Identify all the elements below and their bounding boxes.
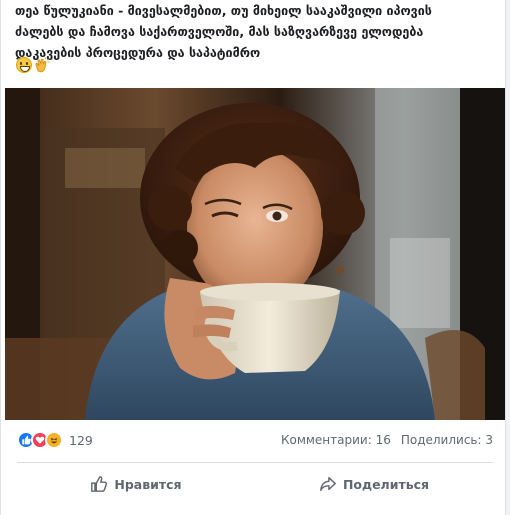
post-text-line: თეა წულუკიანი - მივესალმებით, თუ მიხეილ … xyxy=(15,3,432,18)
share-arrow-icon xyxy=(320,476,336,492)
divider xyxy=(17,462,493,463)
haha-reaction-icon xyxy=(45,431,63,449)
post-stats-bar: 129 Комментарии: 16 Поделились: 3 xyxy=(17,428,493,452)
grinning-face-icon xyxy=(16,57,32,73)
share-button-label: Поделиться xyxy=(342,476,430,492)
reaction-count: 129 xyxy=(69,432,93,448)
post-emoji-row xyxy=(16,57,50,75)
share-button[interactable]: Поделиться xyxy=(255,466,493,502)
post-text-line: დაკავების პროცედურა და საპატიმრო xyxy=(15,45,261,60)
thumbs-up-icon xyxy=(91,476,108,492)
woman-drinking-coffee-image xyxy=(5,88,505,420)
shares-count-link[interactable]: Поделились: 3 xyxy=(401,433,493,447)
post-text-line: ძალებს და ჩამოვა საქართველოში, მას საზღვ… xyxy=(15,24,424,39)
comments-count-link[interactable]: Комментарии: 16 xyxy=(281,433,391,447)
post-action-bar: Нравится Поделиться xyxy=(17,466,493,502)
post-card: თეა წულუკიანი - მივესალმებით, თუ მიხეილ … xyxy=(0,0,506,515)
like-button-label: Нравится xyxy=(114,476,182,492)
post-text: თეა წულუკიანი - მივესალმებით, თუ მიხეილ … xyxy=(15,0,495,63)
reactions-summary[interactable]: 129 xyxy=(17,431,93,449)
post-photo[interactable] xyxy=(5,88,505,420)
like-button[interactable]: Нравится xyxy=(17,466,255,502)
clapping-hands-icon xyxy=(34,57,50,73)
